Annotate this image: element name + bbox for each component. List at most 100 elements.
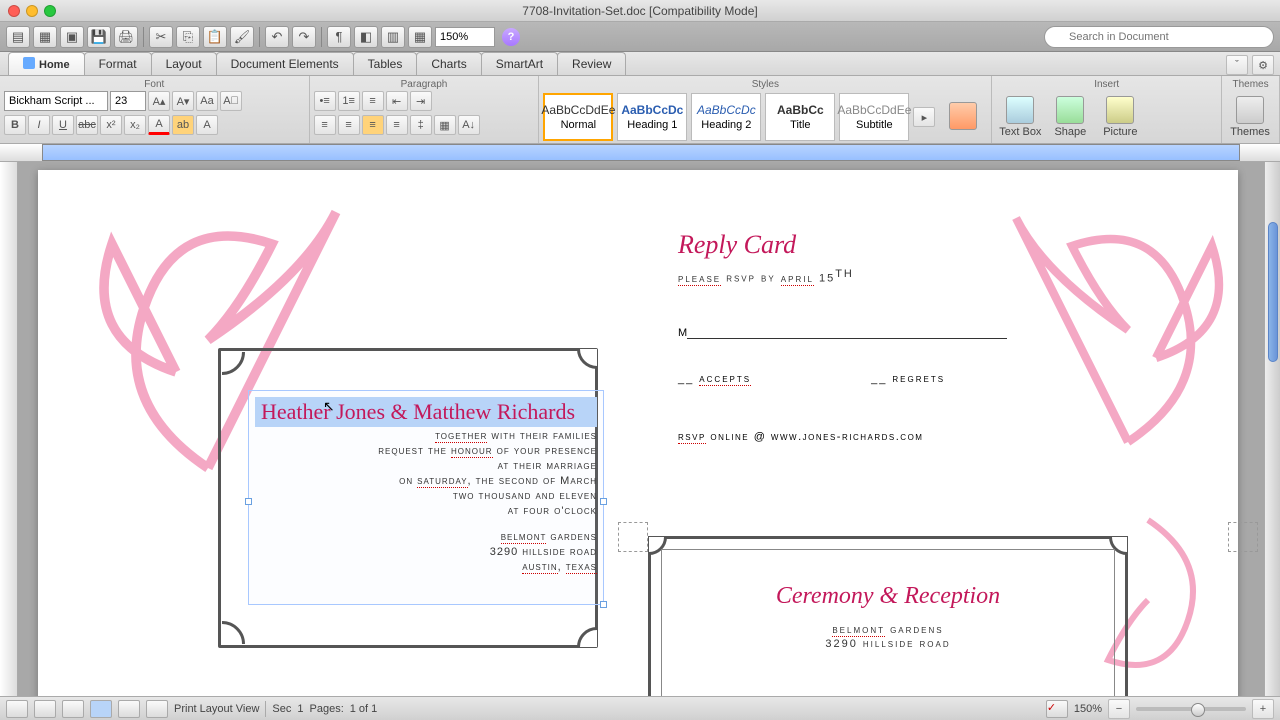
name-line[interactable]: M <box>678 325 1078 339</box>
underline-button[interactable]: U <box>52 115 74 135</box>
subscript-button[interactable]: x₂ <box>124 115 146 135</box>
format-painter-button[interactable]: 🖌 <box>230 26 254 48</box>
themes-button[interactable]: Themes <box>1226 93 1274 141</box>
reply-title[interactable]: Reply Card <box>678 230 1078 260</box>
textbox-button[interactable]: Text Box <box>996 93 1044 141</box>
style-subtitle[interactable]: AaBbCcDdEeSubtitle <box>839 93 909 141</box>
superscript-button[interactable]: x² <box>100 115 122 135</box>
spellcheck-icon[interactable]: ✓ <box>1046 700 1068 718</box>
tab-review[interactable]: Review <box>557 52 626 75</box>
tab-home[interactable]: Home <box>8 52 85 75</box>
zoom-out-button[interactable]: − <box>1108 699 1130 719</box>
line-spacing-button[interactable]: ‡ <box>410 115 432 135</box>
highlight-button[interactable]: ab <box>172 115 194 135</box>
zoom-slider[interactable] <box>1136 707 1246 711</box>
undo-button[interactable]: ↶ <box>265 26 289 48</box>
gallery-button[interactable]: ▦ <box>408 26 432 48</box>
print-button[interactable]: 🖨 <box>114 26 138 48</box>
italic-button[interactable]: I <box>28 115 50 135</box>
pilcrow-button[interactable]: ¶ <box>327 26 351 48</box>
venue-line[interactable]: 3290 hillside road <box>255 546 597 558</box>
paste-button[interactable]: 📋 <box>203 26 227 48</box>
style-heading2[interactable]: AaBbCcDcHeading 2 <box>691 93 761 141</box>
align-center-button[interactable]: ≡ <box>338 115 360 135</box>
draft-view-button[interactable] <box>6 700 28 718</box>
zoom-in-button[interactable]: + <box>1252 699 1274 719</box>
rsvp-options[interactable]: __ accepts__ regrets <box>678 373 1078 385</box>
document-area[interactable]: Heather Jones & Matthew Richards togethe… <box>0 162 1280 696</box>
font-color-button[interactable]: A <box>148 115 170 135</box>
invite-line[interactable]: request the honour of your presence <box>255 445 597 457</box>
text-effects-button[interactable]: A <box>196 115 218 135</box>
save-button[interactable]: 💾 <box>87 26 111 48</box>
fullscreen-view-button[interactable] <box>146 700 168 718</box>
vertical-scrollbar[interactable] <box>1264 162 1280 696</box>
styles-more-button[interactable]: ▸ <box>913 107 935 127</box>
grow-font-button[interactable]: A▴ <box>148 91 170 111</box>
notebook-view-button[interactable] <box>118 700 140 718</box>
tab-format[interactable]: Format <box>84 52 152 75</box>
font-name-combo[interactable]: Bickham Script ... <box>4 91 108 111</box>
picture-button[interactable]: Picture <box>1096 93 1144 141</box>
strike-button[interactable]: abc <box>76 115 98 135</box>
vertical-ruler[interactable] <box>0 162 18 696</box>
bold-button[interactable]: B <box>4 115 26 135</box>
invite-line[interactable]: two thousand and eleven <box>255 490 597 502</box>
resize-handle[interactable] <box>245 498 252 505</box>
rsvp-online[interactable]: rsvp online @ www.jones-richards.com <box>678 431 1078 443</box>
help-button[interactable]: ? <box>502 28 520 46</box>
search-input[interactable] <box>1044 26 1274 48</box>
horizontal-ruler[interactable] <box>0 144 1280 162</box>
tab-layout[interactable]: Layout <box>151 52 217 75</box>
couple-names[interactable]: Heather Jones & Matthew Richards <box>255 397 597 427</box>
resize-handle[interactable] <box>600 498 607 505</box>
invitation-textbox[interactable]: Heather Jones & Matthew Richards togethe… <box>248 390 604 605</box>
tab-smartart[interactable]: SmartArt <box>481 52 558 75</box>
styles-pane-button[interactable] <box>939 93 987 141</box>
page[interactable]: Heather Jones & Matthew Richards togethe… <box>38 170 1238 696</box>
print-layout-view-button[interactable] <box>90 700 112 718</box>
bullets-button[interactable]: •≡ <box>314 91 336 111</box>
indent-button[interactable]: ⇥ <box>410 91 432 111</box>
shape-button[interactable]: Shape <box>1046 93 1094 141</box>
style-normal[interactable]: AaBbCcDdEeNormal <box>543 93 613 141</box>
justify-button[interactable]: ≡ <box>386 115 408 135</box>
invite-line[interactable]: at four o'clock <box>255 505 597 517</box>
toolbox-button[interactable]: ▥ <box>381 26 405 48</box>
copy-button[interactable]: ⎘ <box>176 26 200 48</box>
shrink-font-button[interactable]: A▾ <box>172 91 194 111</box>
zoom-combo[interactable] <box>435 27 495 47</box>
sort-button[interactable]: A↓ <box>458 115 480 135</box>
font-size-combo[interactable]: 23 <box>110 91 146 111</box>
publishing-view-button[interactable] <box>62 700 84 718</box>
align-left-button[interactable]: ≡ <box>314 115 336 135</box>
redo-button[interactable]: ↷ <box>292 26 316 48</box>
style-heading1[interactable]: AaBbCcDcHeading 1 <box>617 93 687 141</box>
tab-tables[interactable]: Tables <box>353 52 418 75</box>
template-button[interactable]: ▣ <box>60 26 84 48</box>
outline-view-button[interactable] <box>34 700 56 718</box>
venue-line[interactable]: belmont gardens <box>255 531 597 543</box>
change-case-button[interactable]: Aa <box>196 91 218 111</box>
tab-charts[interactable]: Charts <box>416 52 481 75</box>
shading-button[interactable]: ▦ <box>434 115 456 135</box>
invite-line[interactable]: on saturday, the second of March <box>255 475 597 487</box>
clear-format-button[interactable]: A⃠ <box>220 91 242 111</box>
settings-gear-icon[interactable]: ⚙ <box>1252 55 1274 75</box>
align-right-button[interactable]: ≡ <box>362 115 384 135</box>
sidebar-button[interactable]: ◧ <box>354 26 378 48</box>
numbering-button[interactable]: 1≡ <box>338 91 360 111</box>
multilevel-button[interactable]: ≡ <box>362 91 384 111</box>
venue-line[interactable]: austin, texas <box>255 561 597 573</box>
invite-line[interactable]: together with their families <box>255 430 597 442</box>
reply-card[interactable]: Reply Card please rsvp by april 15TH M _… <box>678 230 1078 443</box>
collapse-ribbon-button[interactable]: ˇ <box>1226 55 1248 75</box>
new-button[interactable]: ▤ <box>6 26 30 48</box>
outdent-button[interactable]: ⇤ <box>386 91 408 111</box>
style-title[interactable]: AaBbCcTitle <box>765 93 835 141</box>
reply-line[interactable]: please rsvp by april 15TH <box>678 268 1078 285</box>
invite-line[interactable]: at their marriage <box>255 460 597 472</box>
scrollbar-thumb[interactable] <box>1268 222 1278 362</box>
tab-document-elements[interactable]: Document Elements <box>216 52 354 75</box>
open-button[interactable]: ▦ <box>33 26 57 48</box>
